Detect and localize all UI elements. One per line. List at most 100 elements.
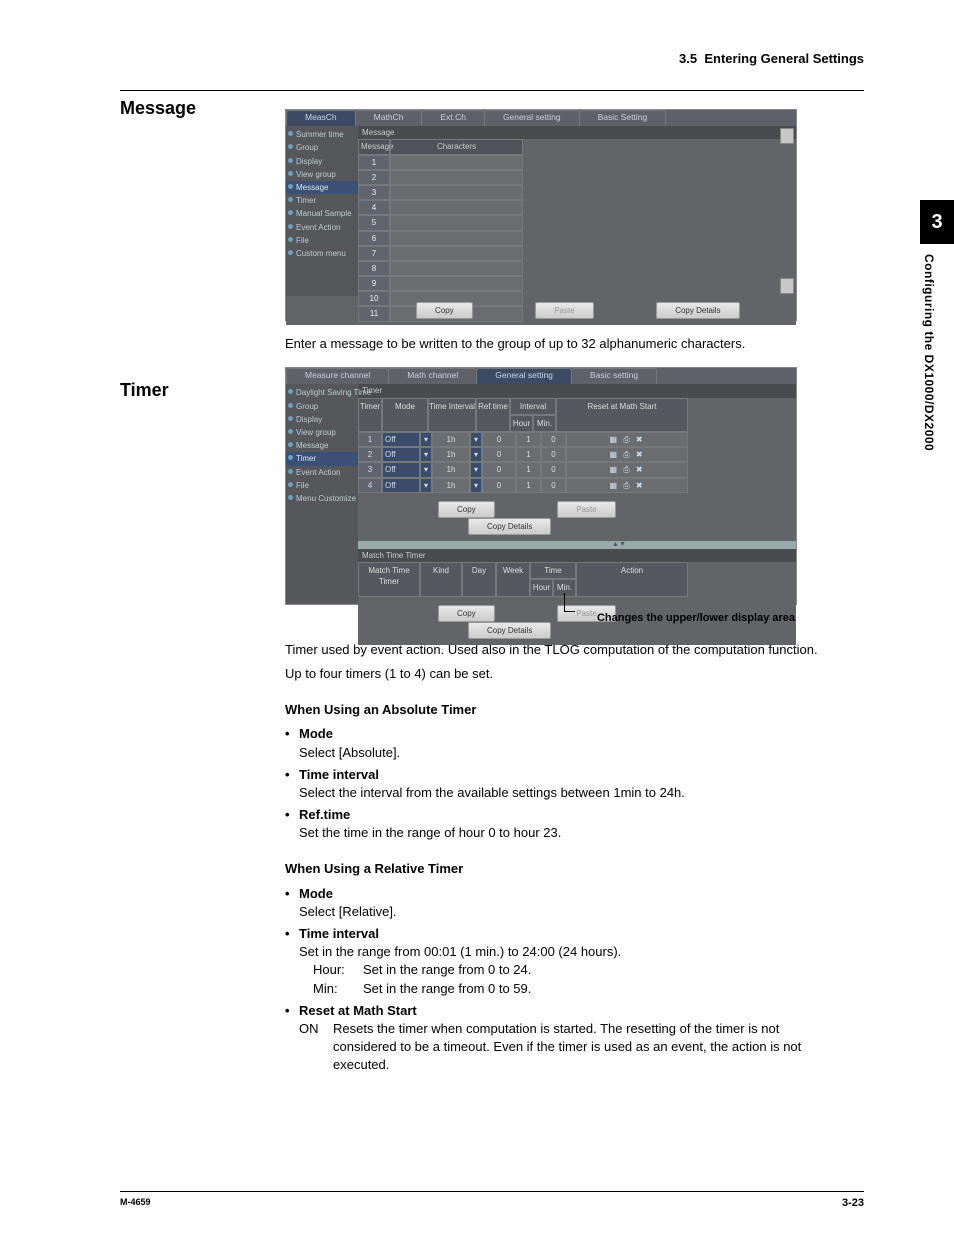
rel-mode-k: Mode	[299, 886, 333, 901]
row-num: 3	[358, 185, 390, 200]
col: Ref.time	[476, 398, 510, 432]
scroll-up[interactable]	[780, 128, 794, 144]
col: Interval	[510, 398, 556, 415]
row-num: 9	[358, 276, 390, 291]
copy-button[interactable]: Copy	[438, 501, 495, 518]
sidebar-item[interactable]: Event Action	[286, 221, 358, 234]
row-num: 8	[358, 261, 390, 276]
sidebar-item[interactable]: Display	[286, 413, 358, 426]
sidebar-item[interactable]: Timer	[286, 452, 358, 465]
tab-mathch[interactable]: MathCh	[355, 110, 423, 126]
row-num: 7	[358, 246, 390, 261]
col: Time	[530, 562, 576, 579]
sidebar-item[interactable]: Summer time	[286, 128, 358, 141]
tab-extch[interactable]: Ext.Ch	[421, 110, 485, 126]
chapter-number: 3	[920, 200, 954, 244]
abs-rt-v: Set the time in the range of hour 0 to h…	[299, 824, 834, 842]
split-handle[interactable]	[358, 541, 796, 549]
sidebar-item[interactable]: View group	[286, 426, 358, 439]
tab[interactable]: General setting	[476, 368, 572, 384]
cell[interactable]	[390, 200, 523, 215]
col: Action	[576, 562, 688, 596]
paste-button[interactable]: Paste	[535, 302, 593, 319]
col: Mode	[382, 398, 428, 432]
tab-measch[interactable]: MeasCh	[286, 110, 356, 126]
cell[interactable]	[390, 215, 523, 230]
sidebar: Summer time Group Display View group Mes…	[286, 126, 358, 296]
abs-ti-v: Select the interval from the available s…	[299, 784, 834, 802]
panel-label: Match Time Timer	[358, 549, 796, 562]
sidebar-item[interactable]: Display	[286, 155, 358, 168]
tab-basic[interactable]: Basic Setting	[579, 110, 667, 126]
paste-button[interactable]: Paste	[557, 501, 615, 518]
col: Match Time Timer	[358, 562, 420, 596]
tab-bar: MeasCh MathCh Ext.Ch General setting Bas…	[286, 110, 796, 126]
sidebar-item[interactable]: Message	[286, 439, 358, 452]
abs-title: When Using an Absolute Timer	[285, 701, 834, 719]
rel-reset-on: ON	[299, 1020, 333, 1075]
sidebar-item[interactable]: Event Action	[286, 466, 358, 479]
timer-desc2: Up to four timers (1 to 4) can be set.	[285, 665, 834, 683]
message-heading: Message	[120, 96, 196, 121]
header-title: Entering General Settings	[704, 51, 864, 66]
copy-details-button[interactable]: Copy Details	[468, 518, 551, 535]
col: Kind	[420, 562, 462, 596]
col: Reset at Math Start	[556, 398, 688, 432]
tab[interactable]: Math channel	[388, 368, 477, 384]
sidebar-item[interactable]: File	[286, 479, 358, 492]
copy-button[interactable]: Copy	[416, 302, 473, 319]
rel-min-v: Set in the range from 0 to 59.	[363, 980, 531, 998]
scroll-down[interactable]	[780, 278, 794, 294]
rel-hour-v: Set in the range from 0 to 24.	[363, 961, 531, 979]
cell[interactable]	[390, 231, 523, 246]
sidebar-item[interactable]: Message	[286, 181, 358, 194]
col: Week	[496, 562, 530, 596]
sidebar-item[interactable]: File	[286, 234, 358, 247]
timer-heading: Timer	[120, 378, 169, 403]
abs-rt-k: Ref.time	[299, 807, 350, 822]
col: Min.	[533, 415, 556, 432]
row-num: 2	[358, 170, 390, 185]
rel-hour-lbl: Hour:	[313, 961, 363, 979]
row-num: 6	[358, 231, 390, 246]
cell[interactable]	[390, 246, 523, 261]
col-message: Message	[358, 139, 390, 154]
cell[interactable]	[390, 276, 523, 291]
cell[interactable]	[390, 261, 523, 276]
sidebar-item[interactable]: Custom menu	[286, 247, 358, 260]
chapter-tab: 3 Configuring the DX1000/DX2000	[920, 200, 954, 451]
rel-reset-k: Reset at Math Start	[299, 1003, 417, 1018]
rel-ti-v: Set in the range from 00:01 (1 min.) to …	[299, 943, 834, 961]
abs-mode-k: Mode	[299, 726, 333, 741]
cell[interactable]	[390, 170, 523, 185]
rel-ti-k: Time interval	[299, 926, 379, 941]
footer-right: 3-23	[842, 1196, 864, 1211]
timer-screenshot: Measure channel Math channel General set…	[285, 367, 797, 605]
footer-left: M-4659	[120, 1196, 151, 1211]
sidebar-item[interactable]: Menu Customize	[286, 492, 358, 505]
col: Hour	[530, 579, 553, 596]
copy-details-button[interactable]: Copy Details	[656, 302, 739, 319]
chapter-title: Configuring the DX1000/DX2000	[920, 244, 945, 451]
sidebar-item[interactable]: View group	[286, 168, 358, 181]
tab[interactable]: Measure channel	[286, 368, 389, 384]
sidebar-item[interactable]: Timer	[286, 194, 358, 207]
panel-label: Message	[358, 126, 796, 139]
col: Time Interval	[428, 398, 476, 432]
cell[interactable]	[390, 185, 523, 200]
cell[interactable]	[390, 155, 523, 170]
sidebar-item[interactable]: Manual Sample	[286, 207, 358, 220]
row-num: 5	[358, 215, 390, 230]
header-rule	[120, 90, 864, 91]
tab[interactable]: Basic setting	[571, 368, 657, 384]
row-num: 4	[358, 200, 390, 215]
sidebar-item[interactable]: Daylight Saving Time	[286, 386, 358, 399]
panel-label: Timer	[358, 384, 796, 397]
tab-general[interactable]: General setting	[484, 110, 580, 126]
sidebar-item[interactable]: Group	[286, 400, 358, 413]
sidebar-item[interactable]: Group	[286, 141, 358, 154]
col-characters: Characters	[390, 139, 523, 154]
timer-caption: Changes the upper/lower display area	[285, 611, 795, 626]
header-section: 3.5	[679, 51, 697, 66]
rel-reset-v: Resets the timer when computation is sta…	[333, 1020, 834, 1075]
